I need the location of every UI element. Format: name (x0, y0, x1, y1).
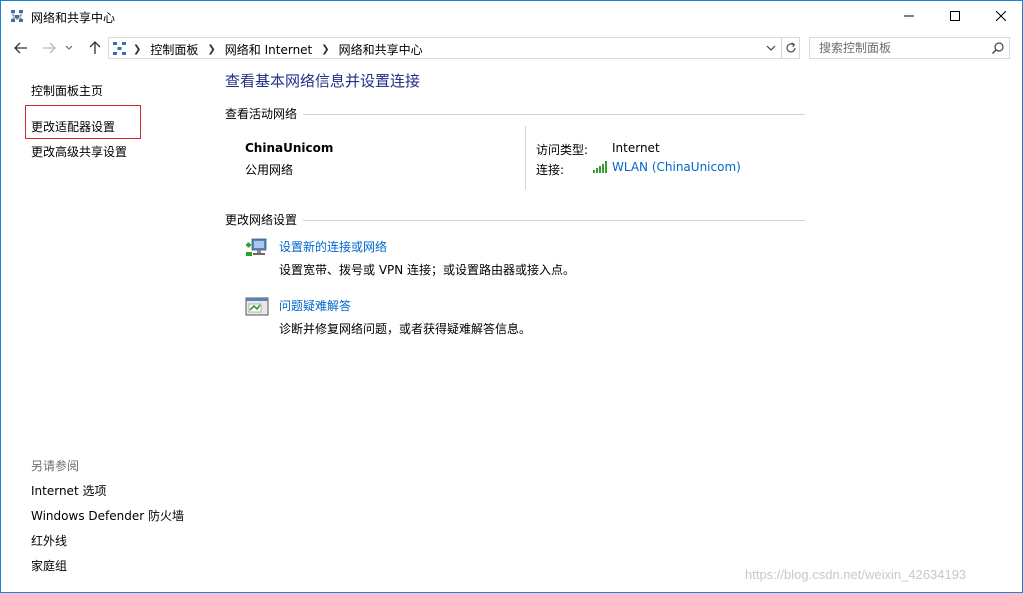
change-advanced-sharing-link[interactable]: 更改高级共享设置 (31, 143, 127, 160)
window: 网络和共享中心 ❯ 控制面板 ❯ 网络和 Internet ❯ 网络和共享中心 … (0, 0, 1023, 593)
close-button[interactable] (978, 1, 1022, 31)
network-category: 公用网络 (245, 163, 294, 177)
chevron-right-icon[interactable]: ❯ (133, 44, 141, 55)
breadcrumb-control-panel[interactable]: 控制面板 (150, 41, 198, 58)
arrow-right-icon (43, 42, 56, 54)
breadcrumb-network-sharing-center[interactable]: 网络和共享中心 (339, 41, 423, 58)
window-title: 网络和共享中心 (31, 11, 116, 25)
section-divider (303, 114, 805, 115)
windows-defender-firewall-link[interactable]: Windows Defender 防火墙 (31, 507, 184, 524)
forward-button[interactable] (39, 38, 59, 58)
setup-new-connection-link[interactable]: 设置新的连接或网络 (279, 238, 387, 255)
connection-link[interactable]: WLAN (ChinaUnicom) (593, 160, 741, 174)
access-type-label: 访问类型: (536, 143, 589, 157)
arrow-left-icon (14, 42, 27, 54)
active-networks-header: 查看活动网络 (225, 107, 298, 121)
close-icon (996, 11, 1006, 21)
new-connection-icon (246, 238, 267, 256)
infrared-link[interactable]: 红外线 (31, 532, 67, 549)
search-input[interactable] (811, 39, 986, 57)
setup-new-connection-description: 设置宽带、拨号或 VPN 连接；或设置路由器或接入点。 (279, 263, 576, 277)
network-center-icon (113, 42, 126, 55)
connection-value[interactable]: WLAN (ChinaUnicom) (612, 160, 741, 174)
back-button[interactable] (11, 38, 31, 58)
internet-options-link[interactable]: Internet 选项 (31, 482, 106, 499)
connection-label: 连接: (536, 163, 565, 177)
refresh-icon (786, 42, 796, 53)
network-center-icon (11, 10, 23, 22)
recent-locations-button[interactable] (63, 38, 75, 58)
breadcrumb: ❯ 控制面板 ❯ 网络和 Internet ❯ 网络和共享中心 (133, 41, 423, 58)
minimize-button[interactable] (886, 1, 932, 31)
wifi-signal-icon (593, 161, 607, 173)
troubleshoot-problems-description: 诊断并修复网络问题，或者获得疑难解答信息。 (279, 322, 532, 336)
arrow-up-icon (89, 41, 101, 54)
watermark-text: https://blog.csdn.net/weixin_42634193 (745, 567, 967, 582)
change-adapter-settings-link[interactable]: 更改适配器设置 (31, 118, 115, 135)
minimize-icon (904, 15, 914, 17)
maximize-icon (950, 11, 960, 21)
maximize-button[interactable] (932, 1, 978, 31)
refresh-button[interactable] (781, 38, 800, 58)
troubleshoot-icon (245, 297, 269, 316)
navigation-bar: ❯ 控制面板 ❯ 网络和 Internet ❯ 网络和共享中心 (1, 33, 1022, 63)
main-content: 查看基本网络信息并设置连接 查看活动网络 ChinaUnicom 公用网络 访问… (211, 63, 1022, 592)
up-button[interactable] (85, 38, 105, 58)
breadcrumb-network-internet[interactable]: 网络和 Internet (225, 41, 312, 58)
address-dropdown-button[interactable] (764, 41, 778, 55)
network-name: ChinaUnicom (245, 141, 334, 155)
chevron-down-icon (65, 45, 73, 50)
title-bar: 网络和共享中心 (1, 1, 1022, 32)
search-icon[interactable] (991, 41, 1005, 55)
change-network-settings-header: 更改网络设置 (225, 213, 298, 227)
homegroup-link[interactable]: 家庭组 (31, 557, 67, 574)
chevron-right-icon[interactable]: ❯ (321, 44, 329, 55)
chevron-down-icon (766, 45, 776, 51)
control-panel-home-link[interactable]: 控制面板主页 (31, 82, 103, 99)
chevron-right-icon[interactable]: ❯ (207, 44, 215, 55)
left-pane: 控制面板主页 更改适配器设置 更改高级共享设置 另请参阅 Internet 选项… (1, 63, 211, 592)
access-type-value: Internet (612, 141, 660, 155)
section-divider (303, 220, 805, 221)
troubleshoot-problems-link[interactable]: 问题疑难解答 (279, 297, 351, 314)
page-title: 查看基本网络信息并设置连接 (225, 72, 421, 90)
address-bar[interactable]: ❯ 控制面板 ❯ 网络和 Internet ❯ 网络和共享中心 (108, 37, 800, 59)
see-also-header: 另请参阅 (31, 459, 80, 473)
column-divider (525, 126, 526, 190)
search-box[interactable] (809, 37, 1010, 59)
